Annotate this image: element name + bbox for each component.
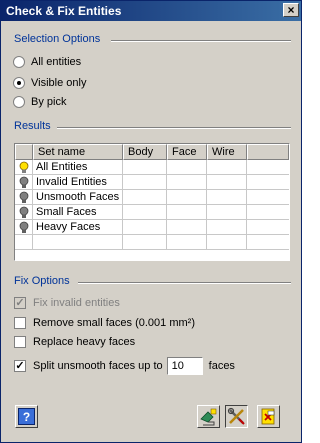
set-name-cell: Heavy Faces: [33, 220, 123, 235]
checkbox: ✓: [14, 297, 26, 309]
check-button[interactable]: [197, 405, 220, 428]
set-name-cell: Invalid Entities: [33, 175, 123, 190]
fix-tools-icon: [227, 407, 245, 425]
separator: [78, 282, 291, 284]
selection-options-header: Selection Options: [14, 33, 101, 45]
fix-button[interactable]: [225, 405, 248, 428]
checkbox-remove-small-faces[interactable]: Remove small faces (0.001 mm²): [14, 316, 195, 330]
radio-button[interactable]: [13, 96, 25, 108]
separator: [111, 40, 291, 42]
check-fix-dialog: Check & Fix Entities × Selection Options…: [0, 0, 302, 443]
table-header: Set name Body Face Wire: [15, 144, 289, 160]
table-row[interactable]: All Entities: [15, 160, 289, 175]
checkbox-split-unsmooth[interactable]: ✓ Split unsmooth faces up to 10 faces: [14, 357, 235, 375]
checkbox-label: Fix invalid entities: [33, 297, 120, 309]
column-header-body[interactable]: Body: [123, 144, 167, 160]
exit-button[interactable]: [257, 405, 280, 428]
table-row[interactable]: Heavy Faces: [15, 220, 289, 235]
column-header-filler: [247, 144, 289, 160]
table-row[interactable]: Small Faces: [15, 205, 289, 220]
radio-label: Visible only: [31, 77, 87, 89]
radio-all-entities[interactable]: All entities: [13, 55, 81, 69]
fix-options-header: Fix Options: [14, 275, 70, 287]
close-exit-icon: [261, 408, 275, 425]
radio-visible-only[interactable]: Visible only: [13, 76, 86, 90]
set-name-cell: Unsmooth Faces: [33, 190, 123, 205]
table-row-empty: [15, 235, 289, 250]
help-icon: ?: [18, 408, 35, 425]
title-bar: Check & Fix Entities ×: [1, 1, 301, 21]
checkbox-label: Remove small faces (0.001 mm²): [33, 317, 195, 329]
results-header: Results: [14, 120, 51, 132]
radio-by-pick[interactable]: By pick: [13, 95, 66, 109]
checkbox[interactable]: ✓: [14, 360, 26, 372]
radio-button[interactable]: [13, 56, 25, 68]
column-header-set-name[interactable]: Set name: [33, 144, 123, 160]
lightbulb-off-icon: [19, 221, 29, 233]
set-name-cell: All Entities: [33, 160, 123, 175]
split-faces-count-input[interactable]: 10: [166, 357, 203, 375]
svg-text:?: ?: [23, 410, 30, 424]
checkbox[interactable]: [14, 336, 26, 348]
check-run-icon: [200, 408, 217, 426]
table-row[interactable]: Invalid Entities: [15, 175, 289, 190]
lightbulb-off-icon: [19, 191, 29, 203]
radio-label: All entities: [31, 56, 82, 68]
window-title: Check & Fix Entities: [6, 4, 122, 18]
table-row[interactable]: Unsmooth Faces: [15, 190, 289, 205]
close-button[interactable]: ×: [283, 3, 299, 17]
checkbox-label: Replace heavy faces: [33, 336, 136, 348]
set-name-cell: Small Faces: [33, 205, 123, 220]
unit-label: faces: [208, 360, 235, 372]
radio-label: By pick: [31, 96, 67, 108]
column-header-icon[interactable]: [15, 144, 33, 160]
checkbox-fix-invalid: ✓ Fix invalid entities: [14, 296, 120, 310]
separator: [57, 127, 291, 129]
checkbox-label: Split unsmooth faces up to: [33, 360, 163, 372]
column-header-wire[interactable]: Wire: [207, 144, 247, 160]
results-table[interactable]: Set name Body Face Wire All Entities Inv…: [14, 143, 290, 261]
checkbox-replace-heavy-faces[interactable]: Replace heavy faces: [14, 335, 135, 349]
help-button[interactable]: ?: [15, 405, 38, 428]
radio-button[interactable]: [13, 77, 25, 89]
checkbox[interactable]: [14, 317, 26, 329]
lightbulb-off-icon: [19, 176, 29, 188]
lightbulb-off-icon: [19, 206, 29, 218]
lightbulb-on-icon: [19, 161, 29, 173]
column-header-face[interactable]: Face: [167, 144, 207, 160]
